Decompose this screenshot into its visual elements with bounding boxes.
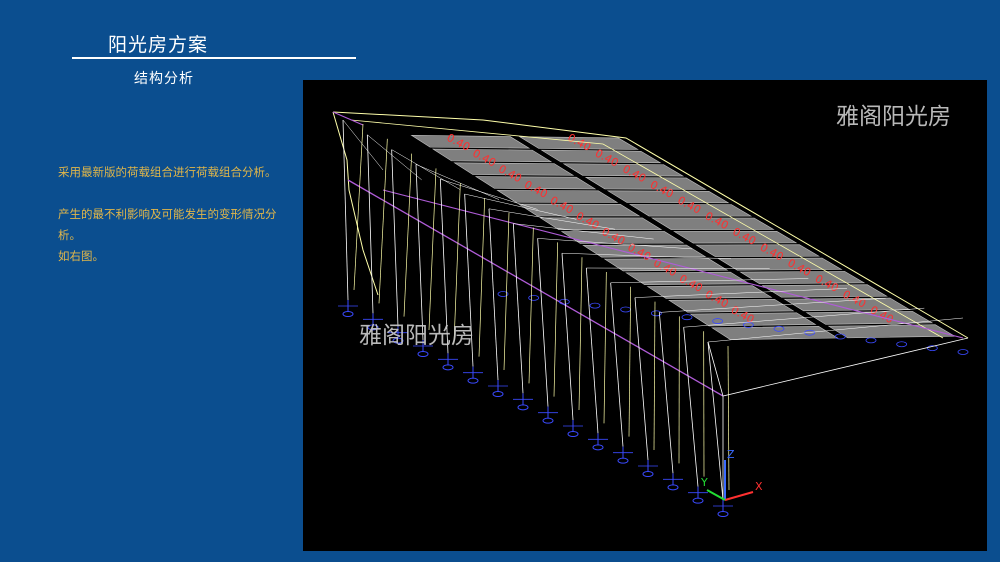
- support-base: [642, 471, 654, 477]
- watermark-middle: 雅阁阳光房: [359, 323, 474, 349]
- description-text: 采用最新版的荷载组合进行荷载组合分析。 产生的最不利影响及可能发生的变形情况分析…: [58, 162, 278, 267]
- column: [415, 164, 424, 341]
- description-line-3: 如右图。: [58, 249, 104, 263]
- axis-z-label: Z: [727, 448, 735, 461]
- deformed-column: [578, 257, 583, 411]
- deformed-column: [553, 242, 559, 397]
- axis-y-label: Y: [700, 476, 708, 489]
- column: [342, 119, 349, 301]
- support-base: [467, 377, 479, 384]
- support-base-back: [957, 349, 969, 355]
- deformed-column: [528, 227, 534, 384]
- support-base-back: [620, 306, 632, 313]
- description-line-1: 采用最新版的荷载组合进行荷载组合分析。: [58, 165, 277, 179]
- support-base-back: [681, 314, 693, 321]
- column: [658, 312, 674, 474]
- column: [585, 267, 599, 434]
- deformed-column: [628, 286, 632, 437]
- support-base: [492, 391, 504, 397]
- support-base: [417, 351, 429, 357]
- page-title: 阳光房方案: [108, 34, 209, 56]
- column: [512, 223, 524, 394]
- deformed-column: [353, 123, 364, 291]
- roof-panel: [711, 326, 839, 340]
- axis-x: [724, 491, 754, 501]
- support-base: [342, 311, 354, 317]
- deformed-column: [653, 301, 656, 451]
- column: [634, 297, 649, 461]
- column: [610, 282, 624, 447]
- column: [366, 134, 374, 314]
- column: [537, 238, 549, 407]
- deformed-column: [403, 153, 413, 317]
- roof-panel: [584, 176, 707, 190]
- gable-end: [707, 337, 969, 397]
- support-base-back: [834, 333, 846, 340]
- axis-x-label: X: [755, 480, 763, 493]
- support-base-back: [528, 294, 540, 301]
- watermark-top: 雅阁阳光房: [836, 104, 951, 130]
- support-base: [542, 417, 554, 424]
- description-line-2: 产生的最不利影响及可能发生的变形情况分析。: [58, 207, 277, 242]
- support-base: [442, 364, 454, 371]
- support-base-back: [896, 341, 908, 348]
- support-base: [617, 457, 629, 464]
- support-base: [717, 511, 729, 517]
- column: [561, 253, 574, 421]
- support-base-back: [865, 337, 877, 344]
- column: [683, 327, 699, 487]
- column: [488, 208, 499, 381]
- deformed-column: [478, 197, 486, 357]
- brace: [367, 134, 422, 181]
- column: [391, 149, 399, 327]
- support-base: [592, 444, 604, 451]
- support-base: [667, 484, 679, 491]
- deformed-column: [603, 271, 607, 424]
- support-base: [517, 404, 529, 411]
- end-beam: [332, 111, 364, 126]
- support-base: [567, 431, 579, 437]
- deformed-column: [727, 345, 730, 491]
- support-base-back: [558, 298, 570, 305]
- title-underline: [72, 57, 356, 59]
- support-base-back: [589, 302, 601, 309]
- deformed-column: [378, 138, 388, 304]
- column: [707, 341, 724, 501]
- page-subtitle: 结构分析: [134, 71, 194, 87]
- support-base: [692, 497, 704, 504]
- deformed-column: [428, 168, 437, 331]
- structure-analysis-view: 0.40 0.40 0.40 0.40 0.40 0.40 0.40 0.40 0.40 0.40…: [303, 80, 987, 551]
